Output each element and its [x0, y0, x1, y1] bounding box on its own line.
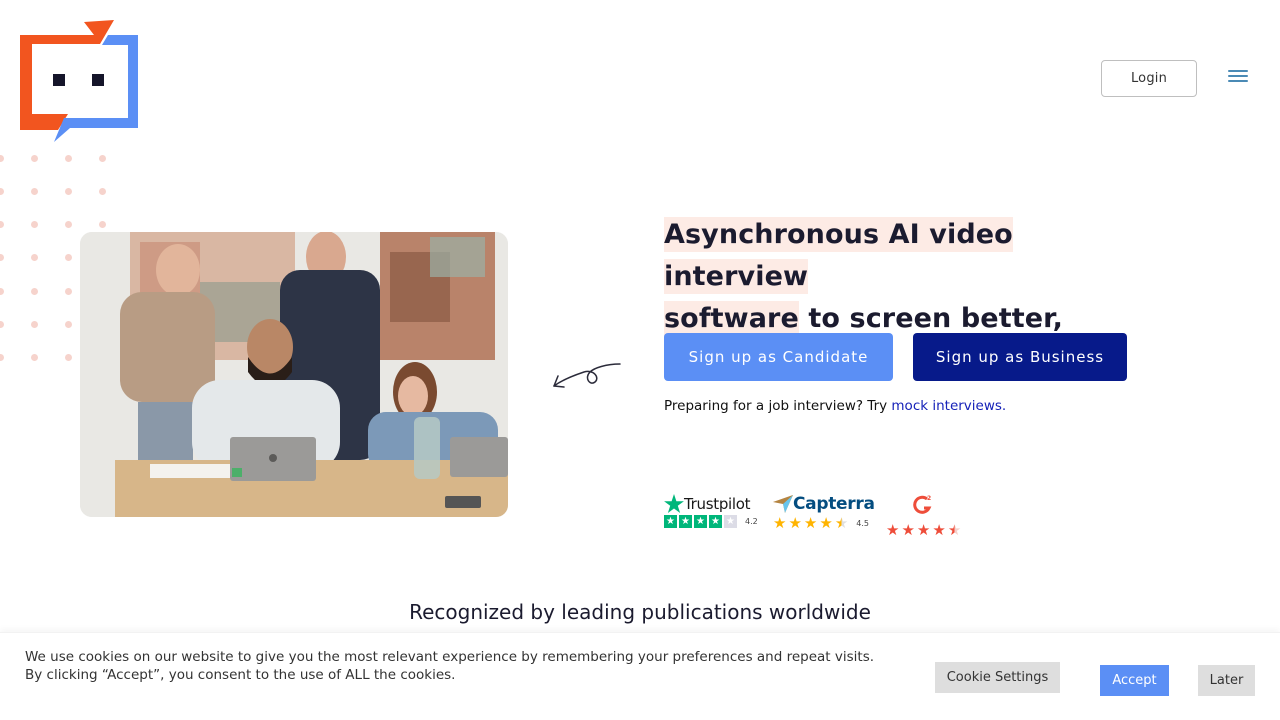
trustpilot-stars: ★ ★ ★ ★ ★ 4.2 [664, 515, 758, 528]
decor-dot [65, 354, 72, 361]
half-star-icon: ★ [947, 522, 962, 539]
menu-bar [1228, 80, 1248, 82]
cookie-accept-button[interactable]: Accept [1100, 665, 1169, 696]
g2-logo-icon: 2 [913, 495, 932, 514]
trustpilot-score: 4.2 [745, 517, 758, 526]
capterra-stars: ★ ★ ★ ★ ★ 4.5 [773, 516, 875, 531]
decor-dot [0, 288, 4, 295]
decor-dot [0, 221, 4, 228]
decor-dot [65, 321, 72, 328]
decor-dot [99, 188, 106, 195]
svg-text:2: 2 [927, 495, 931, 502]
decor-dot [0, 155, 4, 162]
rating-capterra[interactable]: Capterra ★ ★ ★ ★ ★ 4.5 [773, 494, 875, 531]
star-icon: ★ [694, 515, 707, 528]
prep-line: Preparing for a job interview? Try mock … [664, 398, 1006, 414]
decor-dot [31, 321, 38, 328]
star-icon: ★ [901, 522, 915, 539]
recognized-heading: Recognized by leading publications world… [409, 600, 871, 624]
logo-icon[interactable] [18, 18, 140, 142]
decor-dot [0, 321, 4, 328]
capterra-brand: Capterra [773, 494, 875, 514]
trustpilot-star-icon [664, 494, 684, 513]
login-button[interactable]: Login [1101, 60, 1197, 97]
rating-trustpilot[interactable]: Trustpilot ★ ★ ★ ★ ★ 4.2 [664, 494, 758, 528]
decor-dot [0, 254, 4, 261]
team-photo [80, 232, 508, 517]
capterra-score: 4.5 [856, 519, 869, 528]
trustpilot-brand: Trustpilot [664, 494, 758, 513]
rating-g2[interactable]: 2 ★ ★ ★ ★ ★ [886, 494, 961, 538]
trustpilot-label: Trustpilot [684, 494, 751, 513]
cookie-later-button[interactable]: Later [1198, 665, 1255, 696]
cookie-banner: We use cookies on our website to give yo… [0, 632, 1280, 720]
hamburger-icon[interactable] [1228, 70, 1248, 86]
decor-dot [31, 155, 38, 162]
decor-dot [0, 354, 4, 361]
cookie-text: We use cookies on our website to give yo… [25, 649, 875, 683]
menu-bar [1228, 75, 1248, 77]
decor-dot [65, 188, 72, 195]
decor-dot [65, 254, 72, 261]
headline-highlight-line1: Asynchronous AI video interview [664, 217, 1013, 294]
signup-business-button[interactable]: Sign up as Business [913, 333, 1127, 381]
signup-candidate-button[interactable]: Sign up as Candidate [664, 333, 893, 381]
star-icon: ★ [803, 515, 818, 532]
decor-dot [65, 155, 72, 162]
decor-dot [65, 221, 72, 228]
capterra-logo-icon [773, 495, 793, 513]
decor-dot [31, 221, 38, 228]
decor-dot [65, 288, 72, 295]
star-icon: ★ [724, 515, 737, 528]
decor-dot [31, 188, 38, 195]
star-icon: ★ [709, 515, 722, 528]
decor-dot [31, 254, 38, 261]
mock-interviews-link[interactable]: mock interviews. [891, 398, 1006, 414]
decor-dot [0, 188, 4, 195]
star-icon: ★ [788, 515, 802, 532]
cookie-settings-button[interactable]: Cookie Settings [935, 662, 1060, 693]
curly-arrow-icon [553, 363, 621, 388]
star-icon: ★ [664, 515, 677, 528]
star-icon: ★ [679, 515, 692, 528]
headline-highlight-line2: software [664, 301, 799, 336]
decor-dot [31, 354, 38, 361]
capterra-label: Capterra [793, 494, 875, 514]
menu-bar [1228, 70, 1248, 72]
star-icon: ★ [886, 522, 900, 539]
star-icon: ★ [773, 515, 787, 532]
g2-stars: ★ ★ ★ ★ ★ [886, 523, 961, 538]
half-star-icon: ★ [834, 515, 849, 532]
star-icon: ★ [916, 522, 931, 539]
decor-dot [31, 288, 38, 295]
decor-dot [99, 221, 106, 228]
prep-text: Preparing for a job interview? Try [664, 398, 892, 414]
hero-image [80, 232, 508, 517]
decor-dot [99, 155, 106, 162]
star-icon: ★ [819, 515, 833, 532]
star-icon: ★ [932, 522, 946, 539]
